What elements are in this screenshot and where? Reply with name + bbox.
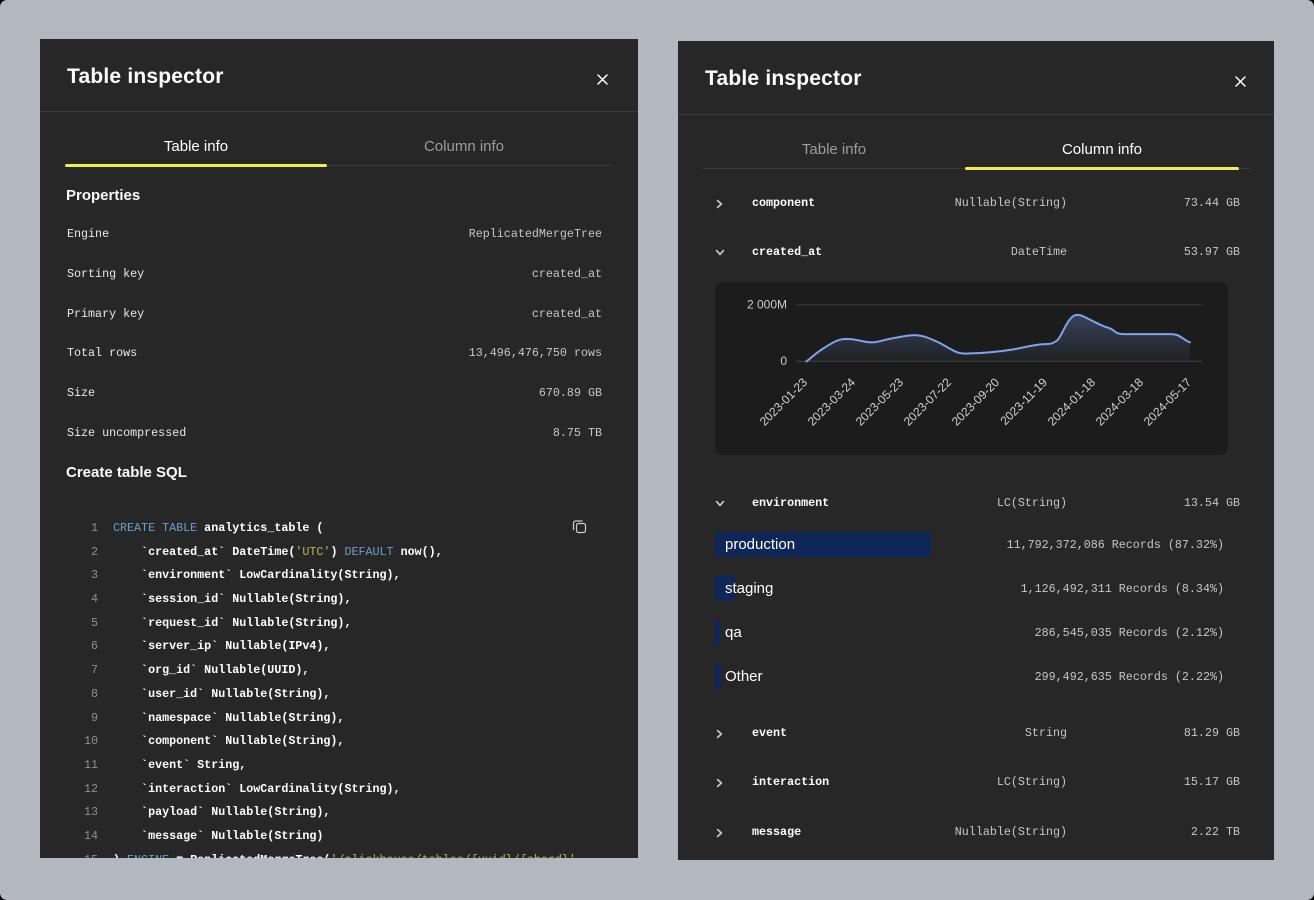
svg-text:2023-09-20: 2023-09-20 xyxy=(949,375,1003,429)
svg-text:0: 0 xyxy=(780,354,787,368)
svg-text:2023-01-23: 2023-01-23 xyxy=(757,375,811,429)
svg-text:2024-03-18: 2024-03-18 xyxy=(1093,375,1147,429)
svg-text:2023-11-19: 2023-11-19 xyxy=(997,375,1050,428)
svg-text:2023-05-23: 2023-05-23 xyxy=(853,375,907,429)
svg-text:2024-01-18: 2024-01-18 xyxy=(1045,375,1099,429)
svg-text:2023-03-24: 2023-03-24 xyxy=(805,375,859,429)
svg-text:2 000M: 2 000M xyxy=(747,298,787,312)
svg-text:2024-05-17: 2024-05-17 xyxy=(1141,375,1195,429)
svg-text:2023-07-22: 2023-07-22 xyxy=(901,375,955,429)
